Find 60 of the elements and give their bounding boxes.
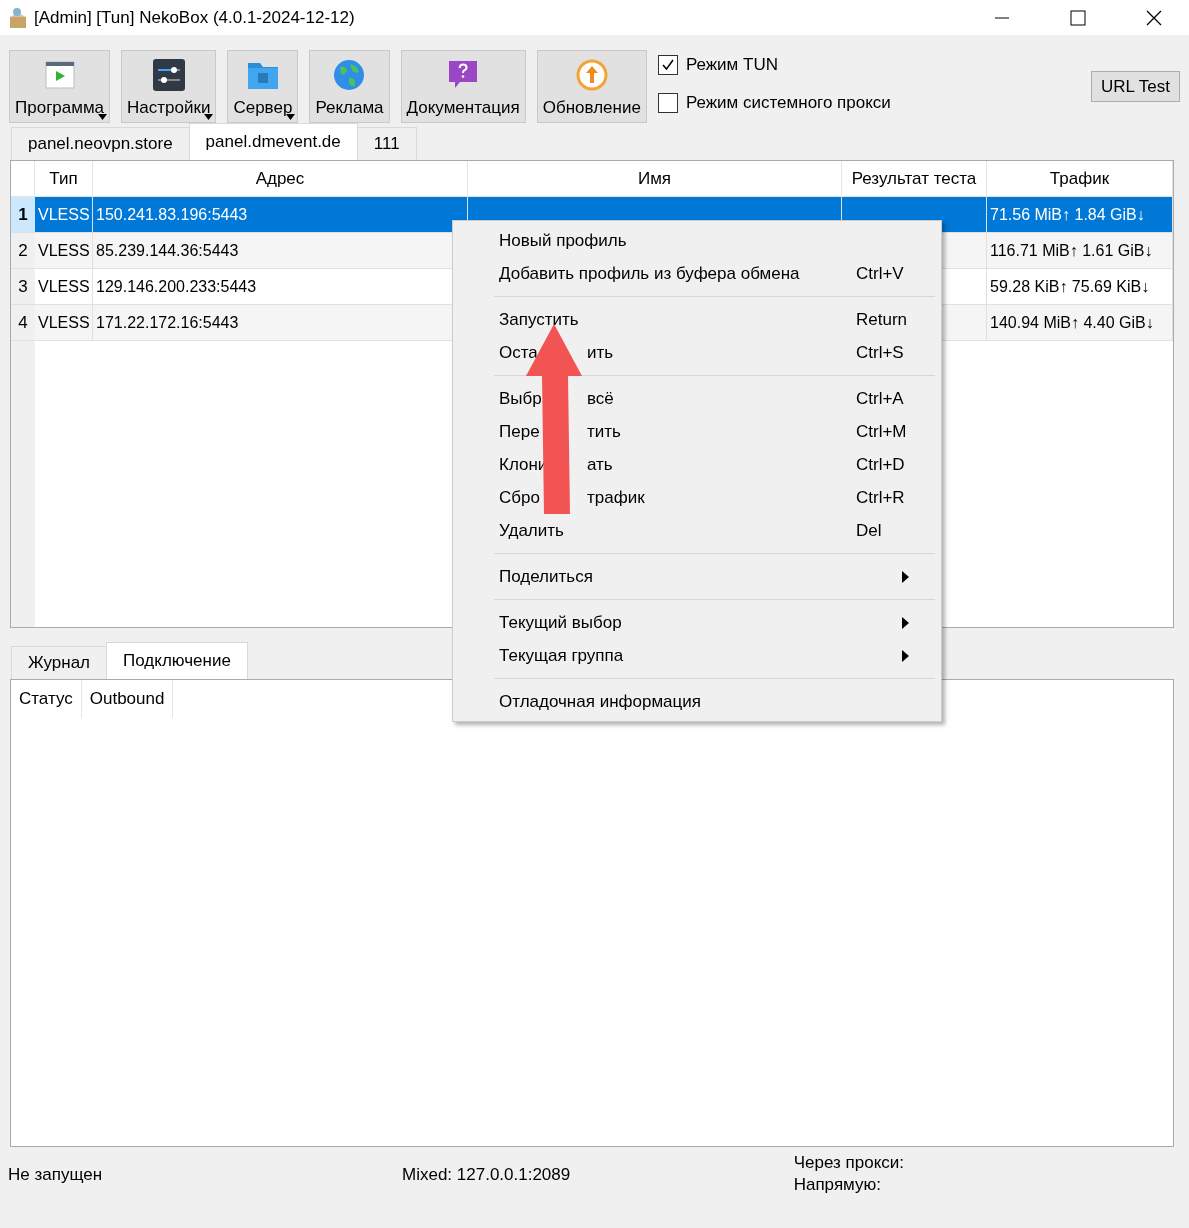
menu-item[interactable]: Текущий выбор (453, 606, 941, 639)
row-number[interactable]: 4 (11, 305, 35, 341)
play-window-icon (42, 58, 77, 92)
status-text: Напрямую: (793, 1175, 882, 1195)
table-cell: 71.56 MiB↑ 1.84 GiB↓ (987, 197, 1173, 233)
toolbar-button[interactable]: Программа (9, 50, 111, 123)
toolbar-button[interactable]: Сервер (227, 50, 299, 123)
table-cell: 140.94 MiB↑ 4.40 GiB↓ (987, 305, 1173, 341)
checkbox[interactable] (657, 93, 678, 113)
globe-icon (332, 58, 367, 92)
toolbar-button[interactable]: Настройки (121, 50, 217, 123)
table-cell: 150.241.83.196:5443 (93, 197, 468, 233)
url-test-button[interactable]: URL Test (1091, 71, 1180, 102)
column-header[interactable]: Результат теста (842, 161, 987, 197)
menu-item[interactable]: Выбр всё Ctrl+A (453, 382, 941, 415)
checkbox[interactable] (657, 55, 678, 75)
toolbar-button[interactable]: Документация (400, 50, 526, 123)
table-cell: VLESS (35, 197, 93, 233)
menu-item[interactable]: Сбро трафик Ctrl+R (453, 481, 941, 514)
submenu-arrow-icon (902, 616, 909, 629)
checkbox-label[interactable]: Режим системного прокси (685, 93, 891, 113)
app-icon (8, 6, 28, 29)
menu-item[interactable]: Поделиться (453, 560, 941, 593)
menu-item[interactable]: Пере тить Ctrl+M (453, 415, 941, 448)
status-text: Mixed: 127.0.0.1:2089 (402, 1165, 571, 1185)
table-cell: VLESS (35, 269, 93, 305)
table-cell: 116.71 MiB↑ 1.61 GiB↓ (987, 233, 1173, 269)
table-cell: VLESS (35, 305, 93, 341)
menu-item[interactable]: Текущая группа (453, 639, 941, 672)
column-header[interactable]: Трафик (987, 161, 1173, 197)
group-tab[interactable]: panel.dmevent.de (188, 123, 358, 160)
toolbar-button[interactable]: Реклама (309, 50, 390, 123)
window-title: [Admin] [Tun] NekoBox (4.0.1-2024-12-12) (34, 7, 356, 28)
caret-icon (204, 114, 214, 120)
row-number[interactable]: 2 (11, 233, 35, 269)
submenu-arrow-icon (902, 649, 909, 662)
panel-tab[interactable]: Подключение (106, 642, 248, 679)
row-number[interactable]: 3 (11, 269, 35, 305)
column-header[interactable]: Outbound (81, 680, 174, 718)
status-text: Через прокси: (793, 1153, 904, 1173)
row-number[interactable]: 1 (11, 197, 35, 233)
menu-item[interactable]: Удалить Del (453, 514, 941, 547)
column-header[interactable]: Тип (35, 161, 93, 197)
submenu-arrow-icon (902, 570, 909, 583)
column-header[interactable]: Статус (11, 680, 82, 718)
menu-item[interactable]: Отладочная информация (453, 685, 941, 718)
column-header[interactable]: Имя (468, 161, 842, 197)
column-header[interactable]: Адрес (93, 161, 468, 197)
group-tab[interactable]: panel.neovpn.store (11, 127, 190, 160)
table-cell: 59.28 KiB↑ 75.69 KiB↓ (987, 269, 1173, 305)
status-text: Не запущен (8, 1165, 104, 1185)
sliders-icon (151, 58, 186, 92)
caret-icon (98, 114, 108, 120)
checkbox-label[interactable]: Режим TUN (685, 55, 778, 75)
panel-tab[interactable]: Журнал (11, 646, 108, 679)
table-cell: VLESS (35, 233, 93, 269)
group-tab[interactable]: 111 (356, 127, 417, 160)
caret-icon (286, 114, 296, 120)
update-icon (574, 58, 609, 92)
toolbar-button[interactable]: Обновление (536, 50, 647, 123)
